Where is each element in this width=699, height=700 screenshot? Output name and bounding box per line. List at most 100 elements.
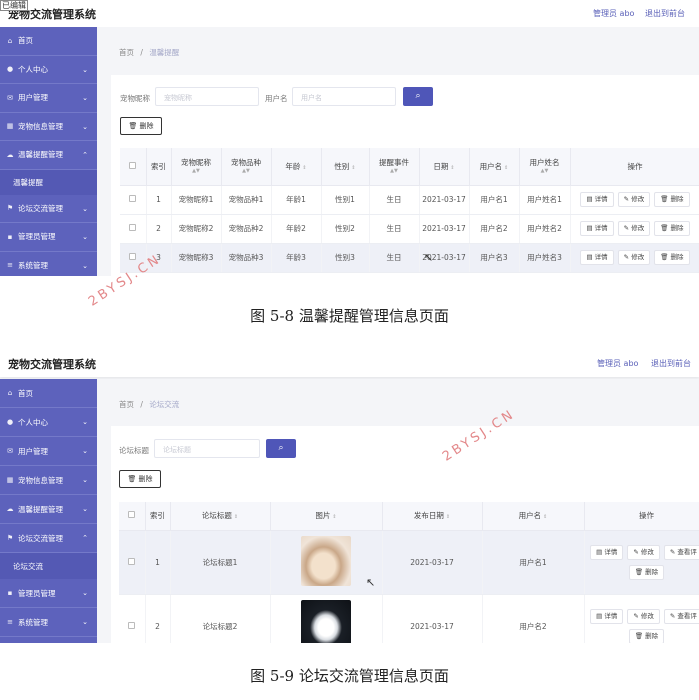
person-icon: ●: [6, 418, 14, 426]
sidebar-item-7[interactable]: ≡ 系统管理 ⌄: [0, 251, 97, 276]
breadcrumb-separator: /: [140, 400, 143, 409]
username-input[interactable]: 用户名: [292, 87, 396, 106]
col-age[interactable]: 年龄 ⇕: [271, 148, 322, 186]
detail-button[interactable]: ▤ 详情: [590, 609, 624, 624]
col-username[interactable]: 用户名 ⇕: [482, 502, 585, 531]
cell-index: 2: [146, 214, 172, 244]
row-checkbox[interactable]: [120, 214, 147, 244]
col-date[interactable]: 日期 ⇕: [419, 148, 470, 186]
logout-link[interactable]: 退出到前台: [651, 358, 691, 369]
sidebar-subitem-active[interactable]: 温馨提醒: [0, 169, 97, 195]
chevron-icon: ⌄: [82, 261, 88, 270]
sidebar-item-label: 用户管理: [18, 446, 48, 456]
col-gender[interactable]: 性别 ⇕: [321, 148, 370, 186]
grid-icon: ▪: [7, 589, 13, 597]
table-row: 2 论坛标题2 2021-03-17 用户名2 ▤ 详情 ✎ 修改 ✎ 查看评 🗑 …: [119, 594, 699, 643]
top-bar: 宠物交流管理系统 管理员 abo 退出到前台: [0, 350, 699, 377]
sidebar: ⌂ 首页 ● 个人中心 ⌄ ✉ 用户管理 ⌄ ▦ 宠物信息管理 ⌄ ☁ 温馨提醒管理 ⌄ ⚑ 论坛交流管理 ⌃ 论…: [0, 379, 97, 643]
row-delete-button[interactable]: 🗑 删除: [654, 221, 690, 236]
content-panel: 宠物昵称 宠物昵称 用户名 用户名 ⌕ 🗑 删除 索引 宠物昵称 ▲▼ 宠物品种 ▲…: [111, 75, 699, 276]
sidebar-item-6[interactable]: ▪ 管理员管理 ⌄: [0, 223, 97, 252]
batch-delete-button[interactable]: 🗑 删除: [119, 470, 161, 488]
sidebar-item-label: 用户管理: [18, 93, 48, 103]
edit-button[interactable]: ✎ 修改: [617, 192, 651, 207]
system-title: 宠物交流管理系统: [8, 358, 96, 371]
cell-age: 年龄3: [271, 243, 322, 273]
sidebar-item-label: 个人中心: [18, 417, 48, 427]
cell-index: 2: [145, 594, 171, 643]
sidebar-item-1[interactable]: ● 个人中心 ⌄: [0, 408, 97, 437]
logout-link[interactable]: 退出到前台: [645, 8, 685, 19]
cell-image: [270, 594, 383, 643]
edit-button[interactable]: ✎ 修改: [627, 609, 660, 624]
col-real-name[interactable]: 用户姓名 ▲▼: [519, 148, 571, 186]
row-delete-button[interactable]: 🗑 删除: [628, 565, 665, 580]
col-image[interactable]: 图片 ⇕: [270, 502, 383, 531]
sidebar-item-1[interactable]: ● 个人中心 ⌄: [0, 55, 97, 84]
search-button[interactable]: ⌕: [403, 87, 433, 106]
select-all-checkbox[interactable]: [119, 502, 146, 531]
sidebar-item-label: 论坛交流管理: [18, 203, 63, 213]
row-delete-button[interactable]: 🗑 删除: [654, 250, 690, 265]
col-pet-breed[interactable]: 宠物品种 ▲▼: [221, 148, 272, 186]
sidebar-item-5[interactable]: ⚑ 论坛交流管理 ⌃: [0, 524, 97, 553]
sidebar-item-3[interactable]: ▦ 宠物信息管理 ⌄: [0, 466, 97, 495]
row-checkbox[interactable]: [119, 530, 146, 595]
sidebar-item-0[interactable]: ⌂ 首页: [0, 379, 97, 408]
detail-button[interactable]: ▤ 详情: [580, 192, 614, 207]
breadcrumb-home[interactable]: 首页: [119, 48, 134, 57]
sidebar-item-3[interactable]: ▦ 宠物信息管理 ⌄: [0, 112, 97, 141]
sidebar-item-5[interactable]: ⚑ 论坛交流管理 ⌄: [0, 194, 97, 223]
col-event[interactable]: 提醒事件 ▲▼: [369, 148, 420, 186]
search-label-forum-title: 论坛标题: [119, 446, 149, 455]
col-index: 索引: [145, 502, 171, 531]
cell-pet-breed: 宠物品种3: [221, 243, 272, 273]
col-forum-title[interactable]: 论坛标题 ⇕: [170, 502, 271, 531]
sidebar-item-2[interactable]: ✉ 用户管理 ⌄: [0, 437, 97, 466]
row-delete-button[interactable]: 🗑 删除: [628, 629, 665, 643]
detail-button[interactable]: ▤ 详情: [580, 221, 614, 236]
edit-button[interactable]: ✎ 修改: [617, 221, 651, 236]
cell-publish-date: 2021-03-17: [382, 530, 483, 595]
breadcrumb: 首页 / 温馨提醒: [119, 47, 179, 58]
main-content: 首页 / 温馨提醒 宠物昵称 宠物昵称 用户名 用户名 ⌕ 🗑 删除 索引 宠物…: [97, 27, 699, 276]
edit-icon: ✎: [623, 224, 630, 232]
detail-button[interactable]: ▤ 详情: [590, 545, 624, 560]
detail-icon: ▤: [586, 253, 593, 261]
row-checkbox[interactable]: [120, 185, 147, 215]
cell-event: 生日: [369, 185, 420, 215]
search-label-username: 用户名: [265, 94, 288, 103]
sidebar-item-0[interactable]: ⌂ 首页: [0, 27, 97, 56]
sidebar-item-7[interactable]: ≡ 系统管理 ⌄: [0, 608, 97, 637]
select-all-checkbox[interactable]: [120, 148, 147, 186]
edit-button[interactable]: ✎ 修改: [627, 545, 660, 560]
sidebar: ⌂ 首页 ● 个人中心 ⌄ ✉ 用户管理 ⌄ ▦ 宠物信息管理 ⌄ ☁ 温馨提醒管理 ⌃ 温馨提醒 ⚑ 论坛交流…: [0, 27, 97, 276]
col-pet-name[interactable]: 宠物昵称 ▲▼: [171, 148, 222, 186]
sidebar-subitem-active[interactable]: 论坛交流: [0, 553, 97, 579]
forum-title-input[interactable]: 论坛标题: [154, 439, 260, 458]
view-comments-button[interactable]: ✎ 查看评: [663, 609, 699, 624]
search-button[interactable]: ⌕: [266, 439, 296, 458]
row-delete-button[interactable]: 🗑 删除: [654, 192, 690, 207]
sidebar-item-6[interactable]: ▪ 管理员管理 ⌄: [0, 579, 97, 608]
col-username[interactable]: 用户名 ⇕: [469, 148, 520, 186]
detail-button[interactable]: ▤ 详情: [580, 250, 614, 265]
sidebar-item-4[interactable]: ☁ 温馨提醒管理 ⌄: [0, 495, 97, 524]
home-icon: ⌂: [7, 36, 13, 45]
sidebar-item-2[interactable]: ✉ 用户管理 ⌄: [0, 84, 97, 113]
breadcrumb-separator: /: [140, 48, 143, 57]
cell-event: 生日: [369, 214, 420, 244]
cell-pet-name: 宠物昵称3: [171, 243, 222, 273]
sidebar-item-4[interactable]: ☁ 温馨提醒管理 ⌃: [0, 141, 97, 170]
cell-real-name: 用户姓名3: [519, 243, 571, 273]
screenshot-warm-reminder: 宠物交流管理系统 管理员 abo 退出到前台 已编辑 ⌂ 首页 ● 个人中心 ⌄ ✉ 用户管…: [0, 0, 699, 276]
batch-delete-button[interactable]: 🗑 删除: [120, 117, 162, 135]
view-comments-button[interactable]: ✎ 查看评: [663, 545, 699, 560]
table-row: 1 论坛标题1 2021-03-17 用户名1 ▤ 详情 ✎ 修改 ✎ 查看评 🗑 …: [119, 530, 699, 595]
breadcrumb-home[interactable]: 首页: [119, 400, 134, 409]
pet-name-input[interactable]: 宠物昵称: [155, 87, 259, 106]
edit-button[interactable]: ✎ 修改: [617, 250, 651, 265]
col-publish-date[interactable]: 发布日期 ⇕: [382, 502, 483, 531]
row-checkbox[interactable]: [119, 594, 146, 643]
forum-table: 索引 论坛标题 ⇕ 图片 ⇕ 发布日期 ⇕ 用户名 ⇕ 操作 1 论坛标题1 2…: [119, 502, 699, 643]
